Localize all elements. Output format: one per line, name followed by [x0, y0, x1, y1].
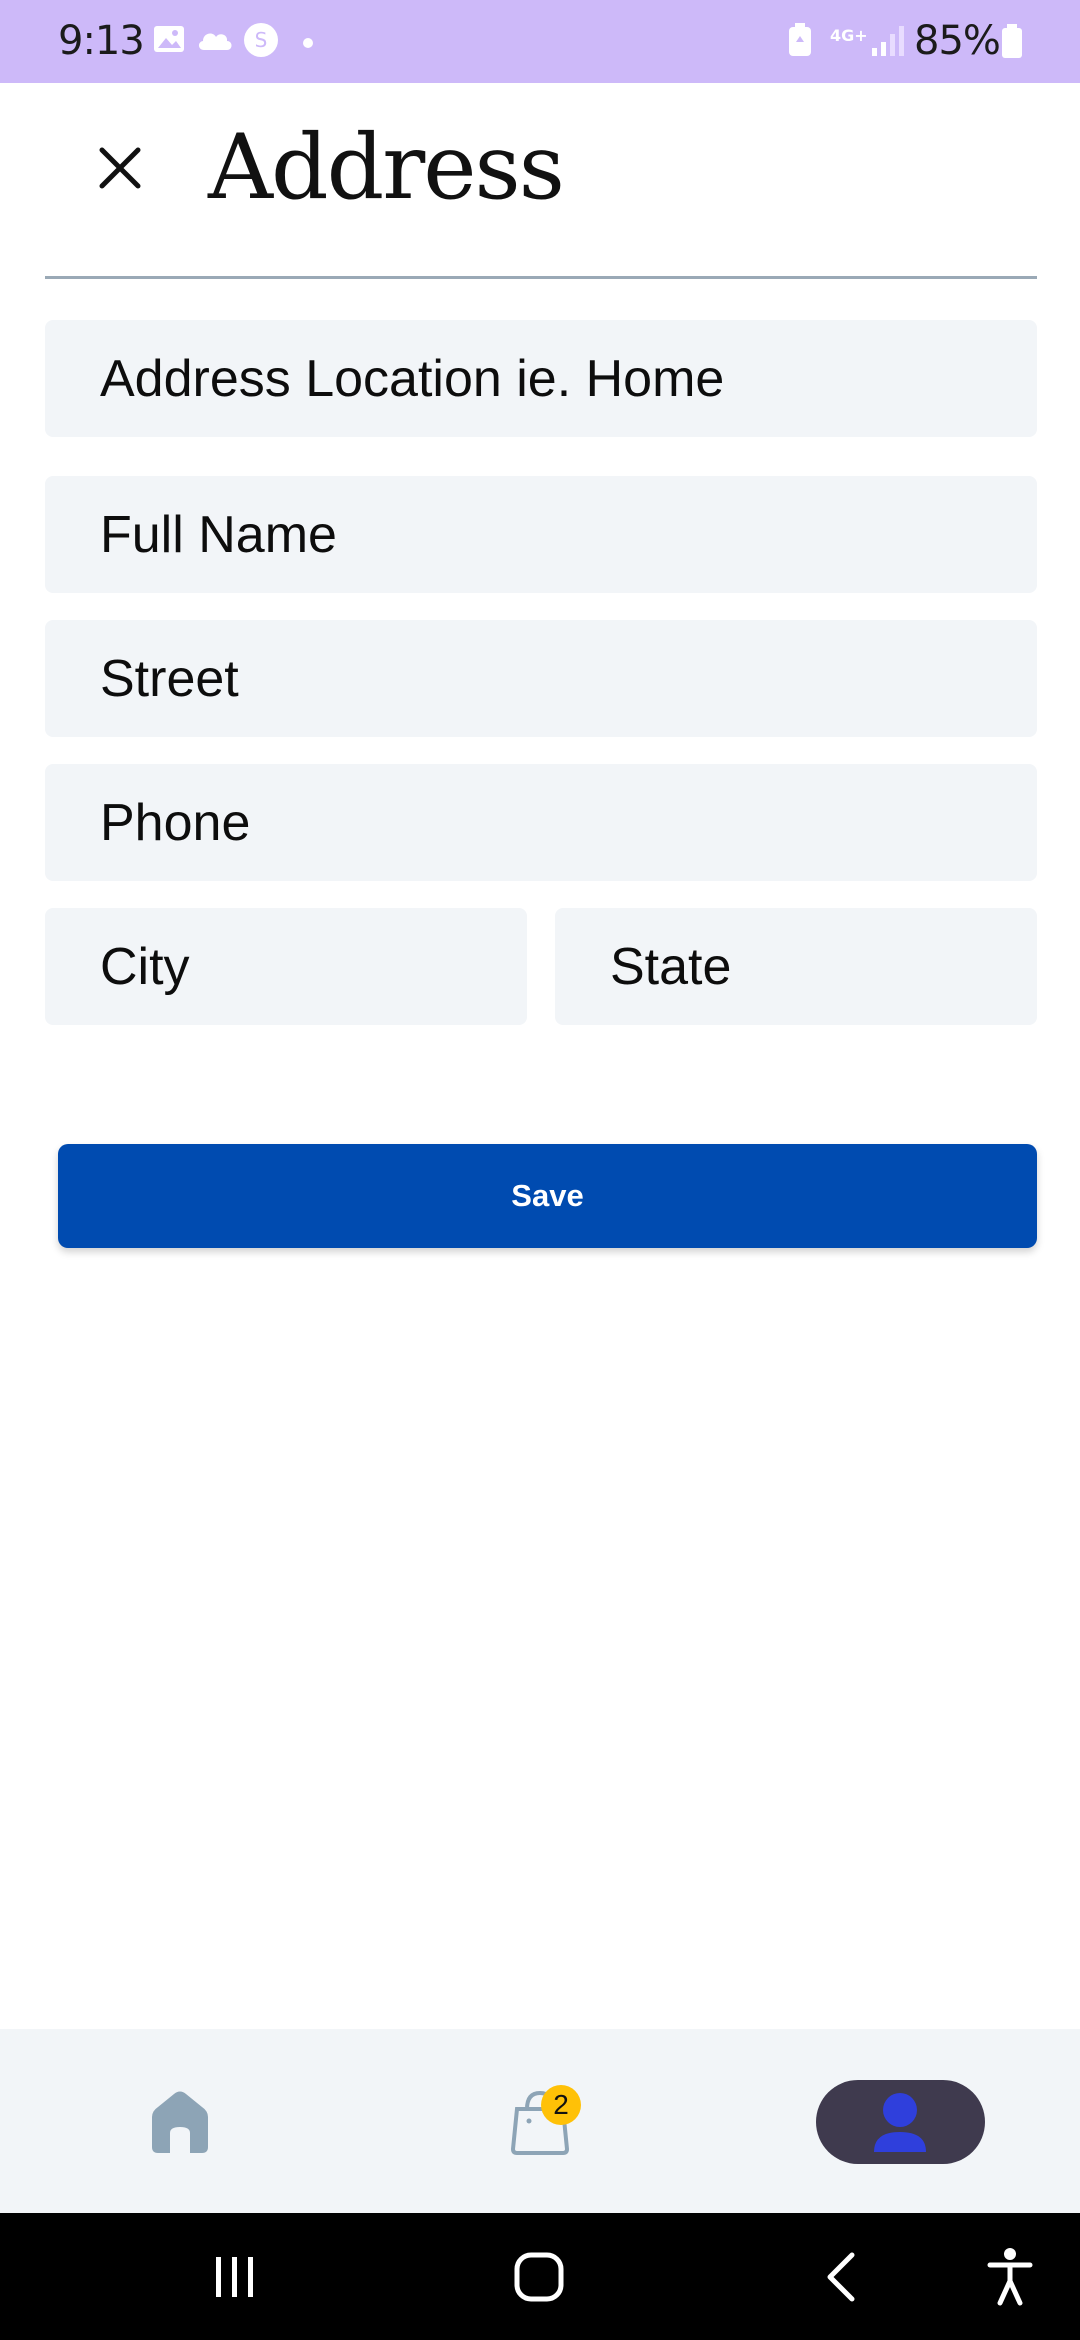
s-app-icon: S	[243, 22, 279, 63]
status-time: 9:13	[58, 18, 145, 64]
back-icon[interactable]	[822, 2251, 862, 2308]
network-type: 4G+	[830, 26, 868, 45]
gallery-icon	[152, 22, 186, 61]
home-icon	[152, 2091, 208, 2153]
home-button-icon[interactable]	[513, 2251, 565, 2308]
svg-text:S: S	[255, 28, 268, 52]
page-title: Address	[208, 115, 565, 220]
nav-profile[interactable]	[816, 2080, 985, 2164]
save-button[interactable]: Save	[58, 1144, 1037, 1248]
cloud-icon	[196, 22, 234, 61]
phone-input[interactable]	[45, 764, 1037, 881]
battery-icon	[1000, 22, 1024, 65]
header-divider	[45, 276, 1037, 279]
system-nav-bar	[0, 2213, 1080, 2340]
notification-dot-icon	[302, 36, 314, 54]
accessibility-icon[interactable]	[986, 2247, 1034, 2312]
cart-badge: 2	[541, 2085, 581, 2125]
profile-icon	[874, 2093, 926, 2152]
full-name-input[interactable]	[45, 476, 1037, 593]
battery-saver-icon	[786, 22, 814, 63]
battery-percent: 85%	[914, 18, 1001, 64]
close-icon	[99, 147, 141, 189]
recent-apps-icon[interactable]	[210, 2253, 260, 2306]
close-button[interactable]	[92, 140, 148, 196]
address-location-input[interactable]	[45, 320, 1037, 437]
signal-icon	[868, 22, 908, 63]
status-bar: 9:13 S 4G+ 85%	[0, 0, 1080, 83]
city-input[interactable]	[45, 908, 527, 1025]
nav-home[interactable]	[140, 2080, 220, 2164]
state-input[interactable]	[555, 908, 1037, 1025]
street-input[interactable]	[45, 620, 1037, 737]
